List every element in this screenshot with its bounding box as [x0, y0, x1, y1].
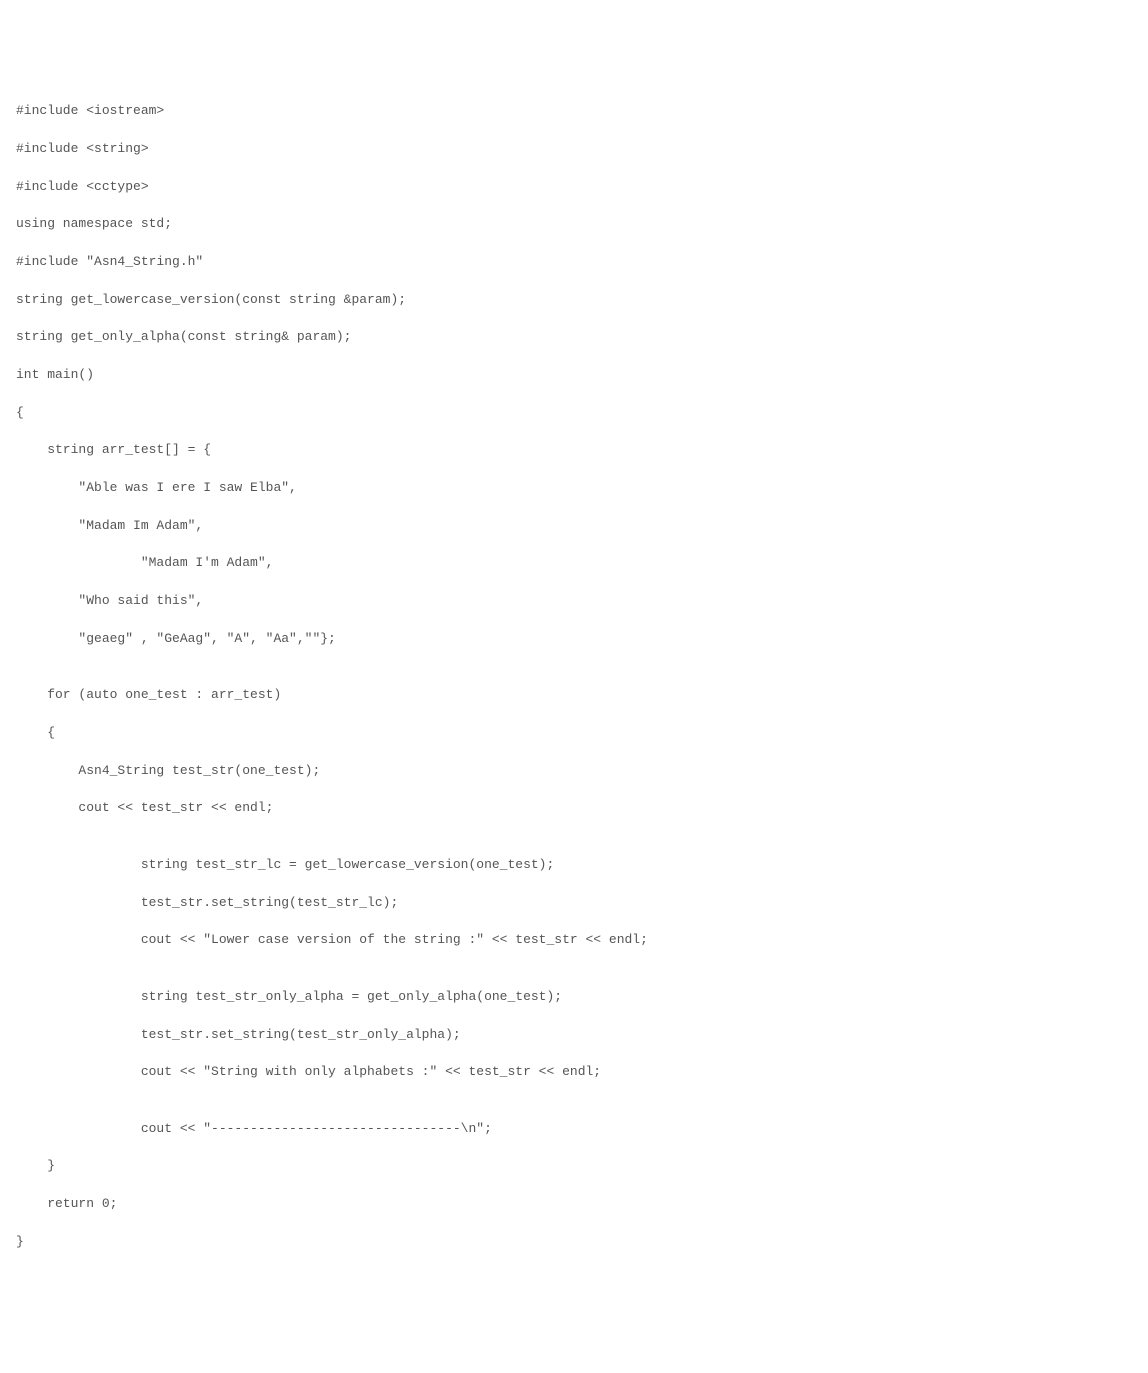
code-snippet: #include <iostream> #include <string> #i… [16, 83, 1132, 1270]
code-line: { [16, 724, 1132, 743]
code-line: } [16, 1157, 1132, 1176]
code-line: test_str.set_string(test_str_lc); [16, 894, 1132, 913]
code-line: return 0; [16, 1195, 1132, 1214]
code-line: string get_only_alpha(const string& para… [16, 328, 1132, 347]
code-line: string test_str_only_alpha = get_only_al… [16, 988, 1132, 1007]
code-line: #include <string> [16, 140, 1132, 159]
code-line: "Who said this", [16, 592, 1132, 611]
code-line: "Madam I'm Adam", [16, 554, 1132, 573]
code-line: } [16, 1233, 1132, 1252]
code-line: string test_str_lc = get_lowercase_versi… [16, 856, 1132, 875]
code-line: cout << test_str << endl; [16, 799, 1132, 818]
code-line: cout << "String with only alphabets :" <… [16, 1063, 1132, 1082]
code-line: #include <cctype> [16, 178, 1132, 197]
code-line: test_str.set_string(test_str_only_alpha)… [16, 1026, 1132, 1045]
code-line: Asn4_String test_str(one_test); [16, 762, 1132, 781]
code-line: #include <iostream> [16, 102, 1132, 121]
code-line: { [16, 404, 1132, 423]
code-line: int main() [16, 366, 1132, 385]
code-line: #include "Asn4_String.h" [16, 253, 1132, 272]
code-line: string get_lowercase_version(const strin… [16, 291, 1132, 310]
code-line: "Madam Im Adam", [16, 517, 1132, 536]
code-line: string arr_test[] = { [16, 441, 1132, 460]
code-line: cout << "-------------------------------… [16, 1120, 1132, 1139]
code-line: cout << "Lower case version of the strin… [16, 931, 1132, 950]
code-line: using namespace std; [16, 215, 1132, 234]
code-line: "geaeg" , "GeAag", "A", "Aa",""}; [16, 630, 1132, 649]
code-line: "Able was I ere I saw Elba", [16, 479, 1132, 498]
